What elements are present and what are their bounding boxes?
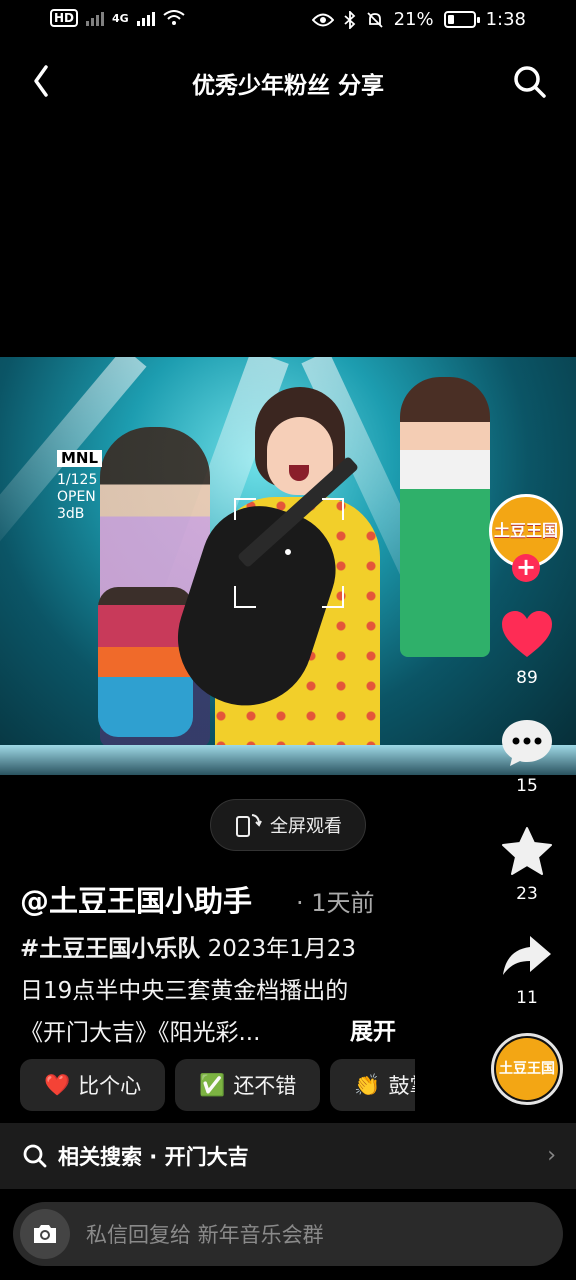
heart-icon [502,611,552,657]
related-search-bar[interactable]: 相关搜索 · 开门大吉 › [0,1123,576,1189]
drum [98,587,193,737]
star-icon [502,827,552,875]
favorite-count: 23 [516,884,538,904]
battery-percent: 21% [393,9,434,30]
mute-bell-icon [366,11,383,28]
share-button[interactable]: 11 [491,932,563,1008]
search-button[interactable] [510,62,550,102]
quick-reaction-chips: ❤️比个心✅还不错👏鼓掌 [20,1059,415,1111]
fullscreen-label: 全屏观看 [270,816,342,837]
desc-line-1: 2023年1月23 [200,936,357,962]
like-button[interactable]: 89 [491,610,563,688]
wifi-icon [163,10,185,25]
battery-icon [443,11,480,28]
camera-shutter: 1/125 [57,472,98,488]
fullscreen-button[interactable]: 全屏观看 [210,799,366,851]
eye-icon [311,13,334,26]
status-bar: HD 4G 21% 1:38 [0,0,576,42]
hd-icon: HD [50,9,79,27]
clap-emoji-icon: 👏 [354,1072,381,1097]
favorite-button[interactable]: 23 [491,826,563,904]
top-nav: 优秀少年粉丝 分享 [0,52,576,112]
rotate-screen-icon [236,814,262,837]
bluetooth-icon [343,10,355,29]
signal-icon [86,10,105,26]
camera-gain: 3dB [57,506,85,522]
share-count: 11 [516,988,538,1008]
post-time: · 1天前 [296,889,375,917]
search-icon [23,1144,47,1168]
camera-aperture: OPEN [57,489,96,505]
search-icon [514,66,546,98]
signal-icon-2 [136,10,155,26]
chip-heart[interactable]: ❤️ 比个心 [20,1059,166,1111]
focus-frame [234,498,344,608]
page-title: 优秀少年粉丝 分享 [191,73,384,99]
stage-floor [0,745,576,775]
performer-keyboard [400,377,490,657]
desc-line-2: 日19点半中央三套黄金档播出的 [20,978,349,1004]
music-disc[interactable]: 土豆王国 [491,1033,563,1105]
reply-input[interactable]: 私信回复给 新年音乐会群 [86,1219,324,1249]
clock: 1:38 [485,9,526,30]
author-name[interactable]: @土豆王国小助手 [20,878,252,920]
camera-mode-badge: MNL [57,450,103,467]
heart-emoji-icon: ❤️ [44,1072,71,1097]
expand-button[interactable]: 展开 [350,1012,396,1046]
like-count: 89 [516,668,538,688]
camera-overlay: MNL 1/125 OPEN 3dB [57,450,103,523]
comment-count: 15 [516,776,538,796]
chip-check[interactable]: ✅ 还不错 [175,1059,321,1111]
related-search-label: 相关搜索 · 开门大吉 [58,1145,249,1169]
camera-button[interactable] [20,1209,70,1259]
network-type: 4G [112,11,129,25]
comment-icon [502,720,552,766]
reply-bar[interactable]: 私信回复给 新年音乐会群 [13,1202,563,1266]
camera-icon [34,1225,56,1243]
chip-clap[interactable]: 👏鼓掌 [330,1059,415,1111]
check-emoji-icon: ✅ [199,1072,226,1097]
comment-button[interactable]: 15 [491,718,563,796]
chevron-right-icon: › [547,1143,556,1168]
music-disc-cover: 土豆王国 [496,1038,558,1100]
share-arrow-icon [503,936,551,975]
follow-button[interactable]: + [512,554,540,582]
hashtag-link[interactable]: #土豆王国小乐队 [20,936,200,962]
